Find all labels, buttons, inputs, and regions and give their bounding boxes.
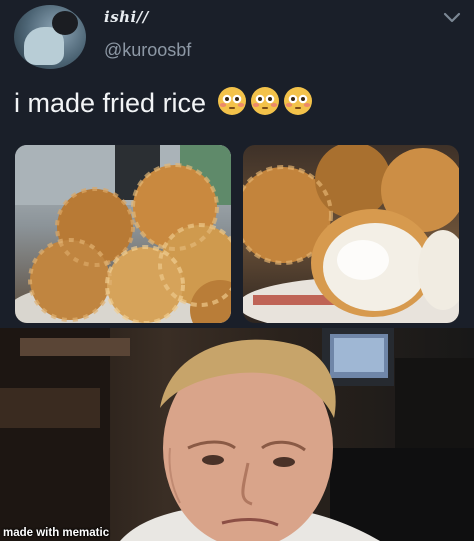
- fried-balls-illustration: [15, 145, 231, 323]
- flushed-face-icon: [250, 87, 279, 115]
- meme-image: ishi// @kuroosbf i made fried rice made …: [0, 0, 474, 541]
- tweet-photo-fried-balls[interactable]: [15, 145, 231, 323]
- emoji-group: [214, 87, 313, 118]
- tweet-text-content: i made fried rice: [14, 88, 207, 118]
- tweet-photo-broken-ball[interactable]: [243, 145, 459, 323]
- avatar[interactable]: [14, 5, 86, 69]
- broken-ball-illustration: [243, 145, 459, 323]
- chevron-down-icon[interactable]: [440, 8, 464, 28]
- flushed-face-icon: [283, 87, 312, 115]
- chef-face-illustration: [0, 328, 474, 541]
- tweet-text: i made fried rice: [14, 86, 313, 119]
- watermark-text: made with mematic: [3, 527, 110, 539]
- display-name[interactable]: ishi//: [104, 8, 149, 26]
- avatar-hair: [52, 11, 78, 35]
- tweet-card: ishi// @kuroosbf i made fried rice: [0, 0, 474, 328]
- reaction-image: made with mematic: [0, 328, 474, 541]
- user-handle[interactable]: @kuroosbf: [104, 40, 191, 61]
- flushed-face-icon: [217, 87, 246, 115]
